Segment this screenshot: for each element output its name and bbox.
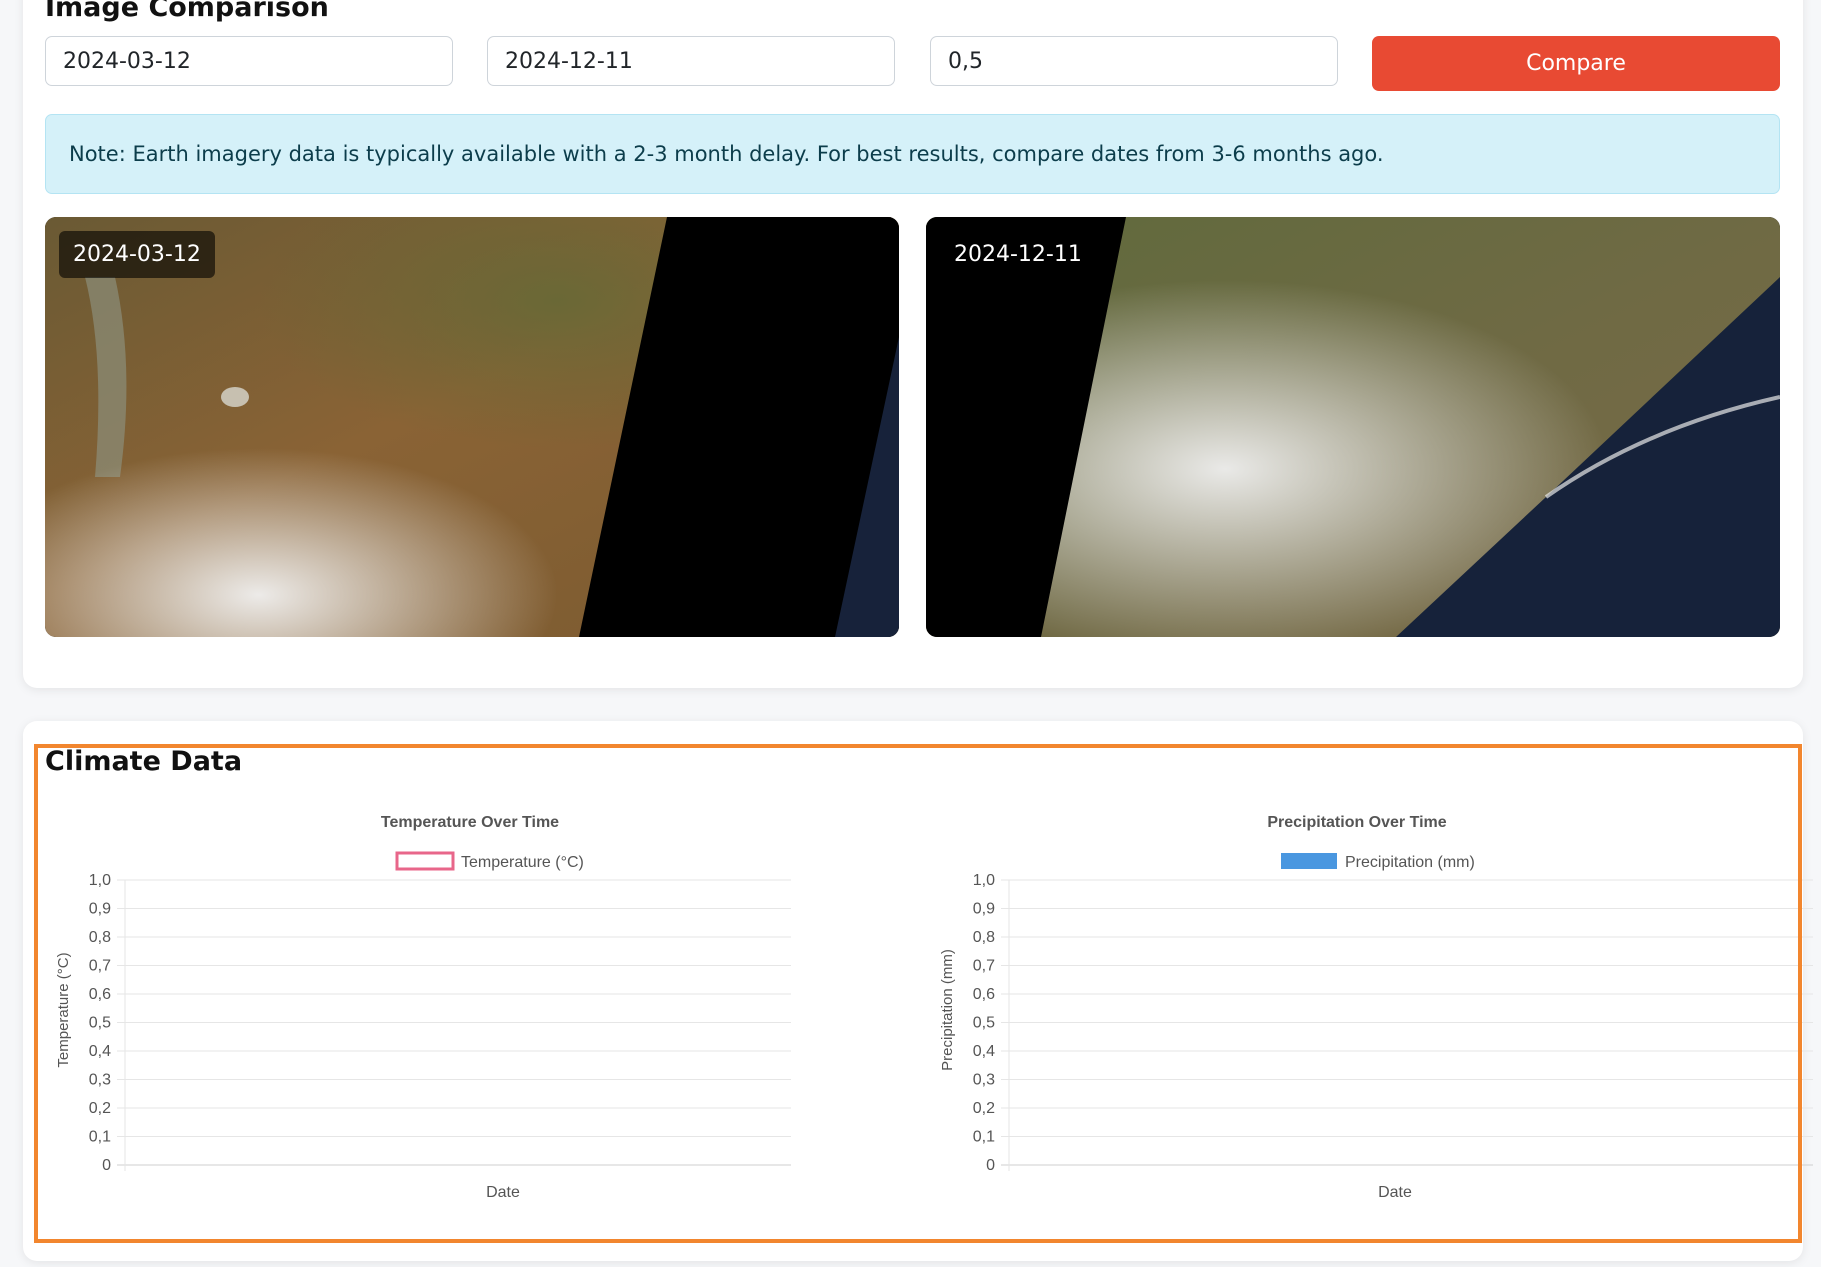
info-note-alert: Note: Earth imagery data is typically av… xyxy=(45,114,1780,194)
y-tick-label: 0,6 xyxy=(973,986,995,1003)
y-tick-label: 0,8 xyxy=(89,929,111,946)
y-tick-label: 0,2 xyxy=(973,1100,995,1117)
y-axis-label: Precipitation (mm) xyxy=(939,949,956,1071)
start-date-input[interactable] xyxy=(45,36,453,86)
satellite-image-end-graphic xyxy=(926,217,1780,637)
y-tick-label: 0,6 xyxy=(89,986,111,1003)
image-date-badge: 2024-03-12 xyxy=(59,231,215,278)
climate-data-card: Climate Data Temperature Over Time Tempe… xyxy=(23,721,1813,1261)
info-note-text: Note: Earth imagery data is typically av… xyxy=(69,142,1384,166)
satellite-image-start: 2024-03-12 xyxy=(45,217,899,637)
satellite-image-end: 2024-12-11 xyxy=(926,217,1780,637)
chart-title: Precipitation Over Time xyxy=(1267,814,1446,831)
x-axis-label: Date xyxy=(1378,1184,1412,1201)
precipitation-chart: Precipitation Over Time Precipitation (m… xyxy=(929,783,1819,1203)
legend-swatch-precipitation xyxy=(1281,853,1337,869)
legend-label: Precipitation (mm) xyxy=(1345,854,1475,871)
y-tick-label: 0,3 xyxy=(89,1072,111,1089)
y-tick-label: 0,7 xyxy=(973,958,995,975)
y-tick-label: 0,9 xyxy=(973,901,995,918)
x-axis-label: Date xyxy=(486,1184,520,1201)
y-tick-label: 0 xyxy=(986,1157,995,1174)
y-tick-label: 0,5 xyxy=(973,1015,995,1032)
y-tick-label: 0,8 xyxy=(973,929,995,946)
y-tick-label: 0 xyxy=(102,1157,111,1174)
y-tick-label: 0,9 xyxy=(89,901,111,918)
temperature-chart-svg: Temperature Over Time Temperature (°C) 0… xyxy=(55,814,791,1201)
cloud-score-input[interactable] xyxy=(930,36,1338,86)
legend-label: Temperature (°C) xyxy=(461,854,584,871)
temperature-chart: Temperature Over Time Temperature (°C) 0… xyxy=(45,783,935,1203)
end-date-input[interactable] xyxy=(487,36,895,86)
y-tick-label: 0,7 xyxy=(89,958,111,975)
chart-grid: 0 0,1 0,2 0,3 0,4 0,5 0,6 0,7 0,8 0,9 1,0 xyxy=(89,872,791,1174)
y-tick-label: 0,3 xyxy=(973,1072,995,1089)
y-tick-label: 1,0 xyxy=(89,872,111,889)
y-tick-label: 0,4 xyxy=(973,1043,995,1060)
y-tick-label: 0,1 xyxy=(89,1129,111,1146)
y-tick-label: 0,1 xyxy=(973,1129,995,1146)
image-date-badge: 2024-12-11 xyxy=(940,231,1096,278)
image-comparison-title: Image Comparison xyxy=(45,0,329,23)
y-tick-label: 1,0 xyxy=(973,872,995,889)
image-comparison-card: Image Comparison Compare Note: Earth ima… xyxy=(23,0,1803,688)
precipitation-chart-svg: Precipitation Over Time Precipitation (m… xyxy=(939,814,1813,1201)
y-tick-label: 0,5 xyxy=(89,1015,111,1032)
chart-grid: 0 0,1 0,2 0,3 0,4 0,5 0,6 0,7 0,8 0,9 1,0 xyxy=(973,872,1813,1174)
satellite-image-start-graphic xyxy=(45,217,899,637)
legend-swatch-temperature xyxy=(395,851,455,871)
y-tick-label: 0,2 xyxy=(89,1100,111,1117)
y-axis-label: Temperature (°C) xyxy=(55,952,72,1067)
y-tick-label: 0,4 xyxy=(89,1043,111,1060)
climate-data-title: Climate Data xyxy=(45,746,243,777)
chart-title: Temperature Over Time xyxy=(381,814,559,831)
compare-button[interactable]: Compare xyxy=(1372,36,1780,91)
